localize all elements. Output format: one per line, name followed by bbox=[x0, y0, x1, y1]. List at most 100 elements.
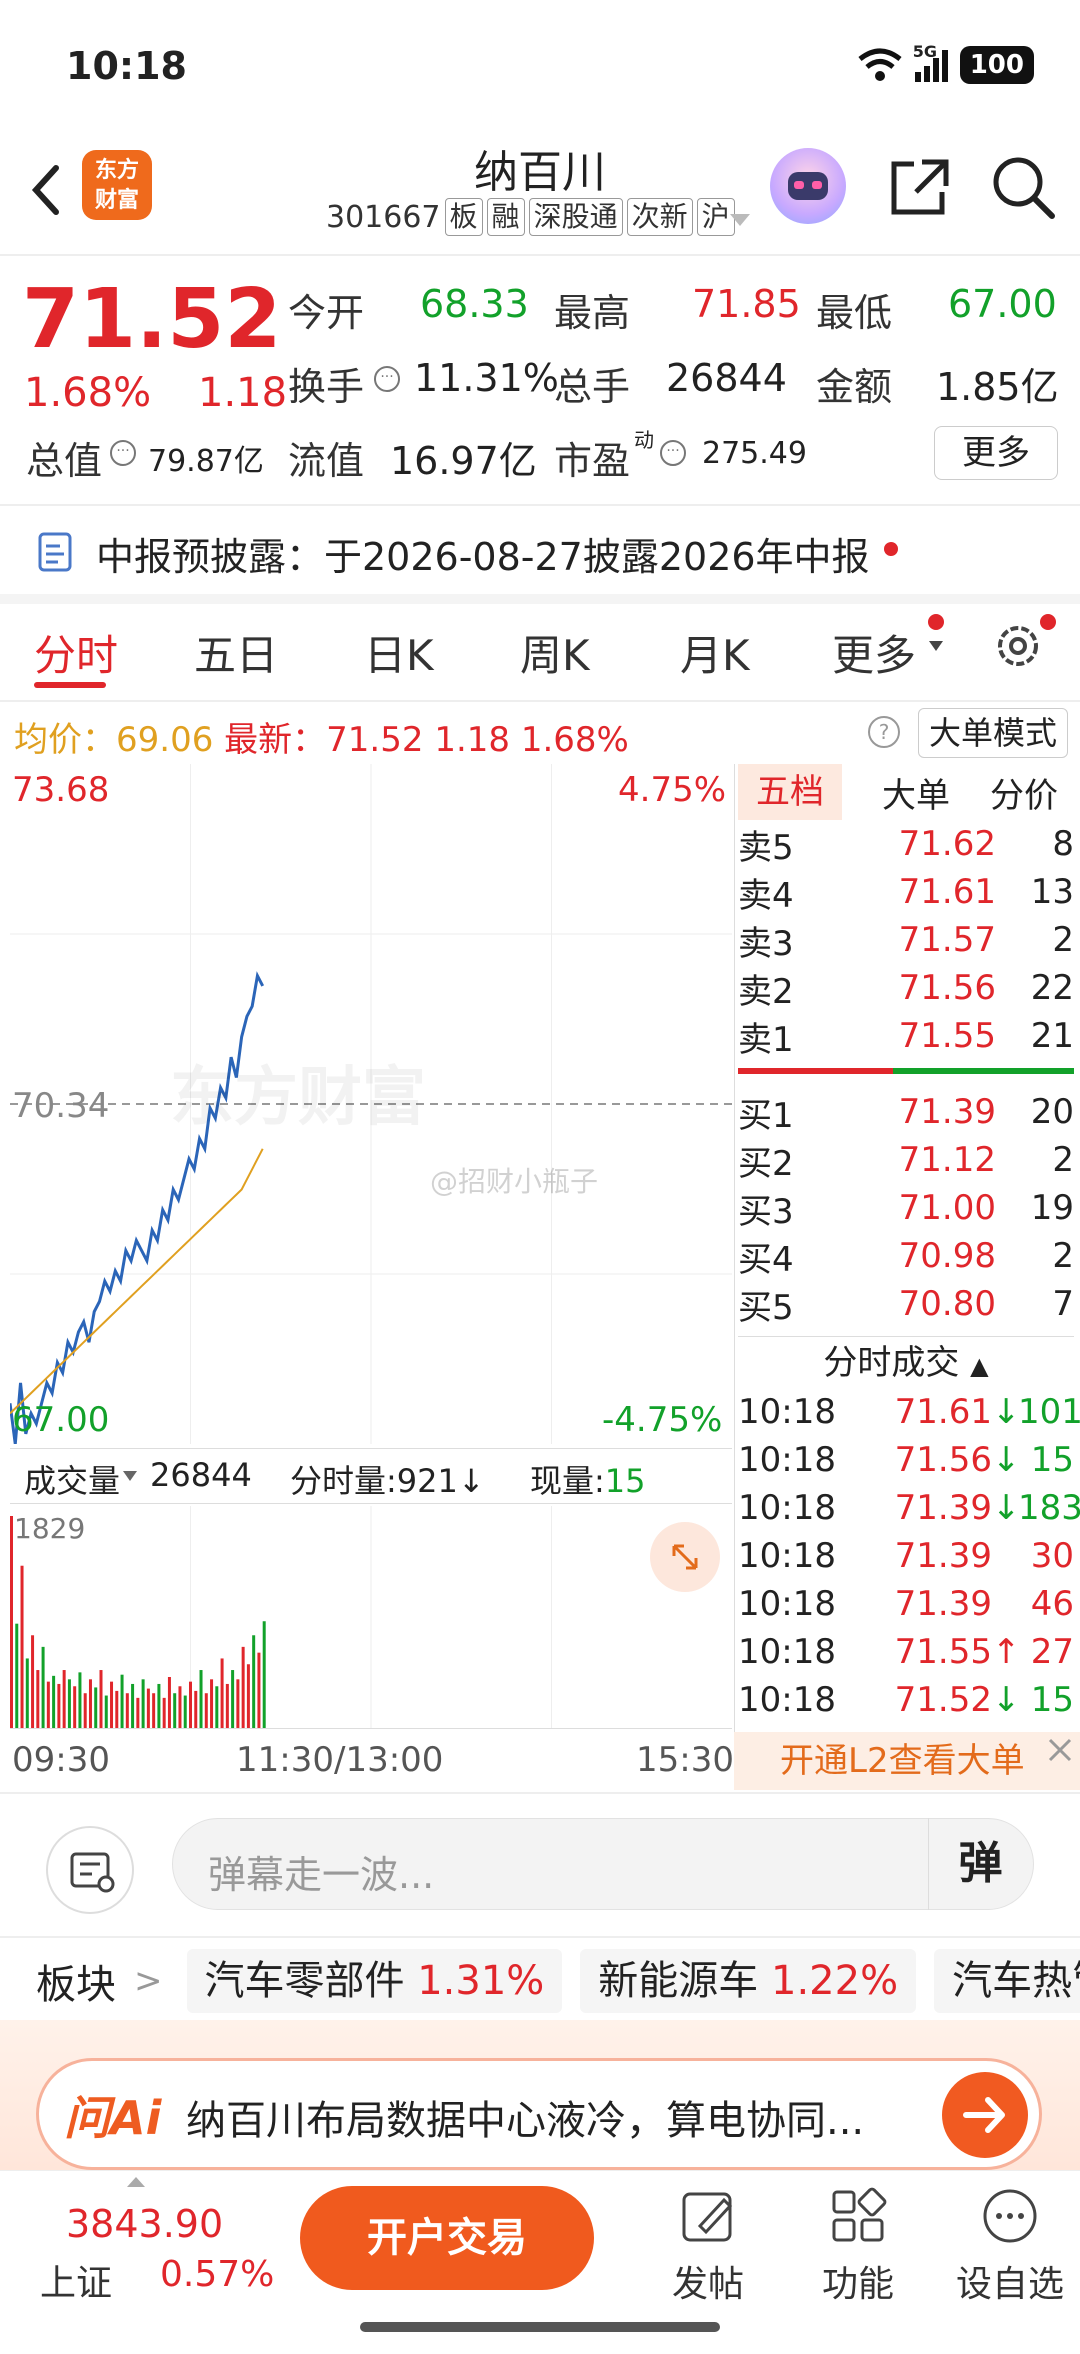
close-icon[interactable] bbox=[1046, 1736, 1074, 1764]
pe-label: 市盈 bbox=[554, 439, 631, 483]
open-l2-banner[interactable]: 开通L2查看大单 bbox=[734, 1732, 1080, 1790]
minute-volume-value: 921↓ bbox=[396, 1462, 485, 1500]
sector-chip[interactable]: 新能源车 1.22% bbox=[580, 1949, 917, 2013]
ask-row[interactable]: 卖3 71.57 2 bbox=[738, 916, 1074, 964]
ask-row[interactable]: 卖1 71.55 21 bbox=[738, 1012, 1074, 1060]
tick-price: 71.56 bbox=[894, 1440, 992, 1480]
tab-price-dist[interactable]: 分价 bbox=[990, 768, 1074, 817]
sector-chip[interactable]: 汽车零部件 1.31% bbox=[186, 1949, 563, 2013]
tab-weekly-k[interactable]: 周K bbox=[520, 622, 590, 683]
volume-bar bbox=[131, 1683, 135, 1728]
volume-label[interactable]: 成交量 bbox=[24, 1456, 120, 1502]
tick-qty: 46 bbox=[1030, 1584, 1074, 1624]
nav-functions-label: 功能 bbox=[821, 2264, 894, 2305]
tab-level5[interactable]: 五档 bbox=[738, 764, 842, 820]
avg-label: 均价： bbox=[14, 720, 116, 760]
ai-go-button[interactable] bbox=[942, 2072, 1028, 2158]
sector-chip[interactable]: 汽车热管 bbox=[934, 1949, 1080, 2013]
volume-chart[interactable] bbox=[10, 1506, 732, 1728]
tab-big-orders[interactable]: 大单 bbox=[882, 768, 950, 817]
level-label: 卖3 bbox=[738, 923, 794, 964]
danmu-toggle-label: 弹 bbox=[958, 1838, 1003, 1889]
more-quote-button[interactable]: 更多 bbox=[934, 426, 1058, 480]
svg-text:···: ··· bbox=[380, 369, 393, 385]
bid-row[interactable]: 买4 70.98 2 bbox=[738, 1232, 1074, 1280]
notice-text[interactable]: 中报预披露：于2026-08-27披露2026年中报 bbox=[96, 526, 870, 581]
settings-dot bbox=[1040, 614, 1056, 630]
info-icon[interactable]: ··· bbox=[658, 438, 688, 468]
expand-button[interactable] bbox=[650, 1522, 720, 1592]
big-order-mode-button[interactable]: 大单模式 bbox=[918, 708, 1068, 758]
volume-bar bbox=[78, 1672, 82, 1728]
search-icon[interactable] bbox=[988, 152, 1058, 222]
orderbook-divider bbox=[734, 764, 735, 1790]
ticks-header[interactable]: 分时成交 ▲ bbox=[738, 1336, 1074, 1388]
tick-qty: 27 bbox=[1030, 1632, 1074, 1672]
level-price: 71.39 bbox=[898, 1092, 996, 1132]
last-label: 最新： bbox=[224, 720, 327, 760]
tick-row: 10:18 71.39 46 bbox=[738, 1580, 1074, 1628]
tags-dropdown-icon[interactable] bbox=[728, 212, 752, 228]
tab-intraday[interactable]: 分时 bbox=[34, 622, 118, 683]
volume-dropdown-icon[interactable] bbox=[122, 1470, 138, 1482]
danmu-toggle-button[interactable]: 弹 bbox=[928, 1818, 1032, 1910]
volume-bar bbox=[36, 1670, 40, 1728]
signal-icon: 5G bbox=[913, 42, 948, 82]
bid-row[interactable]: 买2 71.12 2 bbox=[738, 1136, 1074, 1184]
tick-list: 10:18 71.61 ↓ 101 10:18 71.56 ↓ 15 10:18 71.39 ↓ 18… bbox=[738, 1388, 1080, 1724]
notice-unread-dot bbox=[884, 542, 898, 556]
stock-tags[interactable]: 301667 板 融 深股通 次新 沪 bbox=[326, 198, 746, 236]
bid-row[interactable]: 买1 71.39 20 bbox=[738, 1088, 1074, 1136]
x-label-close: 15:30 bbox=[636, 1740, 734, 1780]
edit-icon bbox=[682, 2192, 733, 2242]
tick-time: 10:18 bbox=[738, 1392, 836, 1432]
index-percent: 0.57% bbox=[160, 2254, 275, 2295]
bid-row[interactable]: 买3 71.00 19 bbox=[738, 1184, 1074, 1232]
expand-icon bbox=[672, 1544, 698, 1570]
ask-row[interactable]: 卖5 71.62 8 bbox=[738, 820, 1074, 868]
svg-text:···: ··· bbox=[116, 443, 129, 459]
level-price: 71.00 bbox=[898, 1188, 996, 1228]
tab-daily-k[interactable]: 日K bbox=[364, 622, 434, 683]
current-volume-value: 15 bbox=[604, 1462, 646, 1500]
svg-text:?: ? bbox=[879, 720, 890, 744]
tab-monthly-k[interactable]: 月K bbox=[680, 622, 750, 683]
tab-five-day[interactable]: 五日 bbox=[194, 622, 278, 683]
nav-functions[interactable]: 功能 bbox=[808, 2186, 908, 2307]
assistant-avatar[interactable] bbox=[770, 148, 846, 224]
ask-row[interactable]: 卖2 71.56 22 bbox=[738, 964, 1074, 1012]
index-value[interactable]: 3843.90 bbox=[66, 2202, 223, 2246]
nav-watchlist[interactable]: 设自选 bbox=[955, 2186, 1065, 2307]
float-label: 流值 bbox=[288, 439, 365, 483]
tick-qty: 15 bbox=[1030, 1440, 1074, 1480]
bid-list: 买1 71.39 20 买2 71.12 2 买3 71.00 19 买4 70.98 2 买5 70.8… bbox=[738, 1088, 1074, 1328]
volume-label: 总手 bbox=[554, 365, 631, 409]
ask-row[interactable]: 卖4 71.61 13 bbox=[738, 868, 1074, 916]
settings-gear-icon[interactable] bbox=[990, 618, 1046, 674]
grid-apps-icon bbox=[832, 2187, 887, 2242]
bid-row[interactable]: 买5 70.80 7 bbox=[738, 1280, 1074, 1328]
tick-price: 71.39 bbox=[894, 1488, 992, 1528]
tab-more[interactable]: 更多 bbox=[832, 622, 916, 683]
level-label: 买1 bbox=[738, 1095, 794, 1136]
help-icon[interactable]: ? bbox=[866, 714, 902, 750]
tick-row: 10:18 71.56 ↓ 15 bbox=[738, 1436, 1074, 1484]
turnover-label: 换手 bbox=[288, 365, 365, 409]
level-price: 70.98 bbox=[898, 1236, 996, 1276]
volume-bar bbox=[246, 1664, 250, 1728]
tag-margin: 融 bbox=[486, 198, 525, 236]
volume-bar bbox=[220, 1658, 224, 1728]
status-time: 10:18 bbox=[66, 44, 187, 88]
level-qty: 13 bbox=[1030, 872, 1074, 912]
nav-post[interactable]: 发帖 bbox=[658, 2186, 758, 2307]
info-icon[interactable]: ··· bbox=[372, 364, 402, 394]
avg-price-line bbox=[10, 1148, 264, 1415]
tick-row: 10:18 71.55 ↑ 27 bbox=[738, 1628, 1074, 1676]
report-icon bbox=[38, 532, 72, 572]
danmu-settings-button[interactable] bbox=[46, 1826, 134, 1914]
open-account-trade-button[interactable]: 开户交易 bbox=[300, 2186, 594, 2290]
share-icon[interactable] bbox=[884, 152, 954, 222]
info-icon[interactable]: ··· bbox=[108, 438, 138, 468]
amount-value: 1.85亿 bbox=[936, 365, 1059, 409]
tick-time: 10:18 bbox=[738, 1584, 836, 1624]
